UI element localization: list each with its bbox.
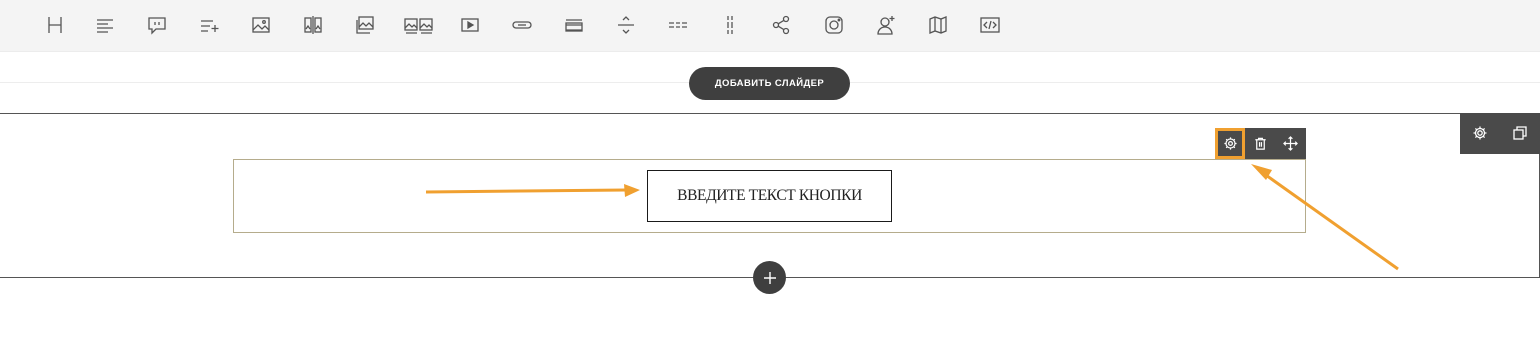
share-icon[interactable] bbox=[768, 12, 794, 38]
double-image-icon[interactable] bbox=[404, 12, 434, 38]
add-user-icon[interactable] bbox=[873, 12, 899, 38]
block-toolbar bbox=[1460, 113, 1540, 154]
add-block-button[interactable] bbox=[753, 261, 786, 294]
text-button[interactable]: ВВЕДИТЕ ТЕКСТ КНОПКИ bbox=[647, 170, 892, 222]
vertical-divider-icon[interactable] bbox=[717, 12, 743, 38]
divider-icon[interactable] bbox=[613, 12, 639, 38]
map-icon[interactable] bbox=[925, 12, 951, 38]
lines-icon[interactable] bbox=[561, 12, 587, 38]
element-settings-gear-icon[interactable] bbox=[1215, 128, 1245, 159]
add-slider-button[interactable]: ДОБАВИТЬ СЛАЙДЕР bbox=[689, 67, 850, 100]
video-icon[interactable] bbox=[457, 12, 483, 38]
move-icon[interactable] bbox=[1275, 128, 1305, 159]
element-toolbar bbox=[0, 0, 1540, 52]
plus-icon bbox=[763, 271, 776, 284]
text-align-icon[interactable] bbox=[92, 12, 118, 38]
dashed-divider-icon[interactable] bbox=[665, 12, 691, 38]
duplicate-icon[interactable] bbox=[1510, 123, 1530, 143]
heading-icon[interactable] bbox=[42, 12, 68, 38]
instagram-icon[interactable] bbox=[821, 12, 847, 38]
gallery-icon[interactable] bbox=[352, 12, 378, 38]
list-add-icon[interactable] bbox=[196, 12, 222, 38]
element-toolbar-small bbox=[1215, 128, 1306, 159]
trash-icon[interactable] bbox=[1245, 128, 1275, 159]
image-icon[interactable] bbox=[248, 12, 274, 38]
image-compare-icon[interactable] bbox=[300, 12, 326, 38]
quote-icon[interactable] bbox=[144, 12, 170, 38]
block-settings-gear-icon[interactable] bbox=[1470, 123, 1490, 143]
editor-page: ДОБАВИТЬ СЛАЙДЕР ВВЕДИТЕ ТЕКСТ КНОПКИ bbox=[0, 0, 1540, 364]
code-icon[interactable] bbox=[977, 12, 1003, 38]
button-icon[interactable] bbox=[509, 12, 535, 38]
